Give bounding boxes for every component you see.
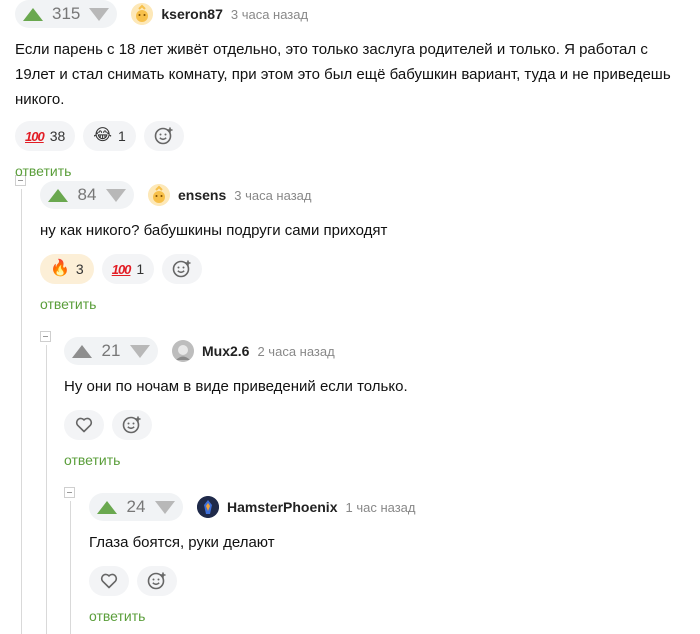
reaction-rofl[interactable]: 😂 1 (83, 121, 136, 151)
downvote-button[interactable] (155, 500, 175, 514)
downvote-button[interactable] (89, 7, 110, 21)
add-emoji-icon (147, 572, 166, 590)
comment-text: Глаза боятся, руки делают (89, 534, 275, 551)
reply-button[interactable]: ответить (89, 608, 145, 624)
author-name[interactable]: HamsterPhoenix (227, 499, 337, 515)
reactions-bar (64, 410, 694, 440)
timestamp[interactable]: 3 часа назад (234, 188, 311, 203)
rating-control: 315 (15, 0, 118, 28)
comment-text: Ну они по ночам в виде приведений если т… (64, 378, 408, 395)
reaction-hundred-points[interactable]: 100 1 (101, 254, 155, 284)
rating-count: 315 (52, 4, 81, 23)
reaction-count: 3 (75, 261, 84, 277)
reply-button[interactable]: ответить (64, 452, 120, 468)
timestamp[interactable]: 3 часа назад (231, 7, 308, 22)
heart-icon (100, 573, 118, 589)
reaction-count: 1 (117, 128, 126, 144)
reactions-bar: 100 38 😂 1 (15, 121, 695, 151)
collapse-thread-button[interactable] (40, 331, 51, 342)
fire-icon: 🔥 (50, 260, 70, 277)
add-reaction-button[interactable] (112, 410, 152, 440)
avatar[interactable] (197, 496, 219, 518)
thread-line (46, 345, 47, 634)
comment-header: 24 HamsterPhoenix 1 час назад (89, 493, 689, 521)
collapse-thread-button[interactable] (64, 487, 75, 498)
reactions-bar: 🔥 3 100 1 (40, 254, 690, 284)
author-name[interactable]: kseron87 (161, 6, 222, 22)
reply-button[interactable]: ответить (40, 296, 96, 312)
thread-line (70, 501, 71, 634)
reactions-bar (89, 566, 689, 596)
upvote-button[interactable] (48, 188, 68, 202)
upvote-button[interactable] (72, 344, 92, 358)
comment-text: Если парень с 18 лет живёт отдельно, это… (15, 41, 671, 108)
downvote-button[interactable] (106, 188, 126, 202)
reaction-hundred-points[interactable]: 100 38 (15, 121, 76, 151)
comment: 315 kseron87 3 часа назад Если парень с … (15, 0, 695, 181)
like-button[interactable] (64, 410, 104, 440)
author-name[interactable]: ensens (178, 187, 226, 203)
reply-button[interactable]: ответить (15, 163, 71, 179)
rofl-icon: 😂 (93, 127, 112, 144)
comment-text: ну как никого? бабушкины подруги сами пр… (40, 222, 388, 239)
thread-line (21, 189, 22, 634)
avatar[interactable] (172, 340, 194, 362)
add-emoji-icon (154, 127, 173, 145)
rating-count: 24 (126, 497, 146, 516)
comment: 84 ensens 3 часа назад ну как никого? ба… (40, 181, 690, 314)
hundred-points-icon: 100 (25, 128, 45, 144)
comment-header: 84 ensens 3 часа назад (40, 181, 690, 209)
rating-control: 84 (40, 181, 134, 209)
avatar[interactable] (131, 3, 154, 25)
hundred-points-icon: 100 (111, 261, 132, 277)
timestamp[interactable]: 1 час назад (345, 500, 415, 515)
add-emoji-icon (122, 416, 141, 434)
reaction-count: 38 (49, 128, 66, 144)
add-reaction-button[interactable] (162, 254, 203, 284)
upvote-button[interactable] (97, 500, 117, 514)
rating-control: 24 (89, 493, 183, 521)
rating-count: 21 (101, 341, 121, 360)
comment: 24 HamsterPhoenix 1 час назад Глаза боят… (89, 493, 689, 626)
comment-header: 21 Mux2.6 2 часа назад (64, 337, 694, 365)
comment: 21 Mux2.6 2 часа назад Ну они по ночам в… (64, 337, 694, 470)
like-button[interactable] (89, 566, 129, 596)
rating-count: 84 (77, 185, 97, 204)
reaction-count: 1 (136, 261, 145, 277)
comment-header: 315 kseron87 3 часа назад (15, 0, 695, 28)
heart-icon (75, 417, 93, 433)
avatar[interactable] (148, 184, 170, 206)
add-reaction-button[interactable] (137, 566, 177, 596)
author-name[interactable]: Mux2.6 (202, 343, 249, 359)
reaction-fire[interactable]: 🔥 3 (40, 254, 94, 284)
downvote-button[interactable] (130, 344, 150, 358)
upvote-button[interactable] (23, 7, 43, 21)
add-emoji-icon (172, 260, 191, 278)
timestamp[interactable]: 2 часа назад (257, 344, 334, 359)
rating-control: 21 (64, 337, 158, 365)
add-reaction-button[interactable] (143, 121, 184, 151)
